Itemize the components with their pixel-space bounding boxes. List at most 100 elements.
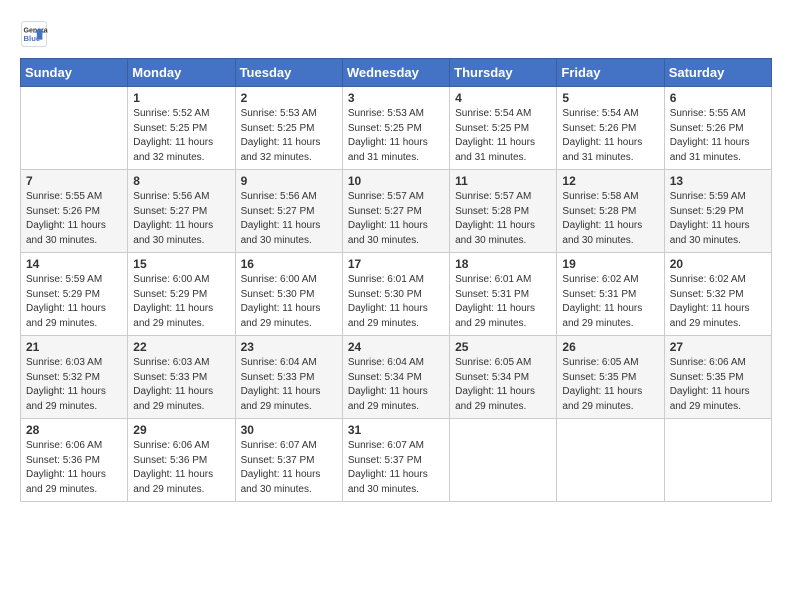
weekday-header-monday: Monday [128,59,235,87]
day-number: 22 [133,340,229,354]
day-number: 12 [562,174,658,188]
day-number: 15 [133,257,229,271]
day-number: 8 [133,174,229,188]
day-number: 13 [670,174,766,188]
calendar-cell: 22 Sunrise: 6:03 AM Sunset: 5:33 PM Dayli… [128,336,235,419]
calendar-cell: 3 Sunrise: 5:53 AM Sunset: 5:25 PM Daylig… [342,87,449,170]
day-number: 31 [348,423,444,437]
day-info: Sunrise: 5:52 AM Sunset: 5:25 PM Dayligh… [133,107,229,165]
day-number: 29 [133,423,229,437]
weekday-header-wednesday: Wednesday [342,59,449,87]
day-info: Sunrise: 5:53 AM Sunset: 5:25 PM Dayligh… [241,107,337,165]
weekday-header-row: SundayMondayTuesdayWednesdayThursdayFrid… [21,59,772,87]
calendar-cell: 16 Sunrise: 6:00 AM Sunset: 5:30 PM Dayli… [235,253,342,336]
logo: General Blue [20,20,48,48]
day-info: Sunrise: 5:53 AM Sunset: 5:25 PM Dayligh… [348,107,444,165]
weekday-header-saturday: Saturday [664,59,771,87]
calendar-cell: 5Sunrise: 5:54 AM Sunset: 5:26 PM Daylig… [557,87,664,170]
day-info: Sunrise: 6:07 AM Sunset: 5:37 PM Dayligh… [241,439,337,497]
weekday-header-thursday: Thursday [450,59,557,87]
calendar-cell: 1 Sunrise: 5:52 AM Sunset: 5:25 PM Daylig… [128,87,235,170]
day-number: 14 [26,257,122,271]
calendar-cell: 13 Sunrise: 5:59 AM Sunset: 5:29 PM Dayli… [664,170,771,253]
day-number: 4 [455,91,551,105]
day-number: 19 [562,257,658,271]
day-number: 1 [133,91,229,105]
calendar-cell [664,419,771,502]
day-info: Sunrise: 5:56 AM Sunset: 5:27 PM Dayligh… [133,190,229,248]
day-info: Sunrise: 6:05 AM Sunset: 5:35 PM Dayligh… [562,356,658,414]
calendar-cell: 21 Sunrise: 6:03 AM Sunset: 5:32 PM Dayli… [21,336,128,419]
calendar-cell: 20 Sunrise: 6:02 AM Sunset: 5:32 PM Dayli… [664,253,771,336]
calendar-cell: 15 Sunrise: 6:00 AM Sunset: 5:29 PM Dayli… [128,253,235,336]
calendar-cell: 11Sunrise: 5:57 AM Sunset: 5:28 PM Dayli… [450,170,557,253]
calendar-cell: 26 Sunrise: 6:05 AM Sunset: 5:35 PM Dayli… [557,336,664,419]
day-number: 17 [348,257,444,271]
day-info: Sunrise: 6:02 AM Sunset: 5:31 PM Dayligh… [562,273,658,331]
day-info: Sunrise: 6:01 AM Sunset: 5:31 PM Dayligh… [455,273,551,331]
day-number: 30 [241,423,337,437]
day-number: 7 [26,174,122,188]
day-number: 2 [241,91,337,105]
weekday-header-tuesday: Tuesday [235,59,342,87]
calendar-cell: 17 Sunrise: 6:01 AM Sunset: 5:30 PM Dayli… [342,253,449,336]
calendar-cell: 10 Sunrise: 5:57 AM Sunset: 5:27 PM Dayli… [342,170,449,253]
calendar-cell: 28 Sunrise: 6:06 AM Sunset: 5:36 PM Dayli… [21,419,128,502]
calendar-cell: 30 Sunrise: 6:07 AM Sunset: 5:37 PM Dayli… [235,419,342,502]
day-info: Sunrise: 6:03 AM Sunset: 5:33 PM Dayligh… [133,356,229,414]
day-info: Sunrise: 5:55 AM Sunset: 5:26 PM Dayligh… [670,107,766,165]
calendar-week-row: 1 Sunrise: 5:52 AM Sunset: 5:25 PM Daylig… [21,87,772,170]
day-info: Sunrise: 6:04 AM Sunset: 5:33 PM Dayligh… [241,356,337,414]
day-info: Sunrise: 5:59 AM Sunset: 5:29 PM Dayligh… [26,273,122,331]
day-number: 27 [670,340,766,354]
weekday-header-sunday: Sunday [21,59,128,87]
day-info: Sunrise: 6:00 AM Sunset: 5:30 PM Dayligh… [241,273,337,331]
day-info: Sunrise: 6:06 AM Sunset: 5:36 PM Dayligh… [26,439,122,497]
day-info: Sunrise: 6:05 AM Sunset: 5:34 PM Dayligh… [455,356,551,414]
day-info: Sunrise: 6:00 AM Sunset: 5:29 PM Dayligh… [133,273,229,331]
weekday-header-friday: Friday [557,59,664,87]
day-number: 24 [348,340,444,354]
day-number: 21 [26,340,122,354]
day-info: Sunrise: 6:06 AM Sunset: 5:35 PM Dayligh… [670,356,766,414]
day-info: Sunrise: 5:57 AM Sunset: 5:27 PM Dayligh… [348,190,444,248]
day-number: 28 [26,423,122,437]
calendar-cell: 12 Sunrise: 5:58 AM Sunset: 5:28 PM Dayli… [557,170,664,253]
calendar-cell: 29 Sunrise: 6:06 AM Sunset: 5:36 PM Dayli… [128,419,235,502]
logo-icon: General Blue [20,20,48,48]
calendar-cell: 19 Sunrise: 6:02 AM Sunset: 5:31 PM Dayli… [557,253,664,336]
day-number: 23 [241,340,337,354]
calendar-cell: 31Sunrise: 6:07 AM Sunset: 5:37 PM Dayli… [342,419,449,502]
calendar-week-row: 21 Sunrise: 6:03 AM Sunset: 5:32 PM Dayli… [21,336,772,419]
calendar-cell: 6 Sunrise: 5:55 AM Sunset: 5:26 PM Daylig… [664,87,771,170]
day-info: Sunrise: 6:01 AM Sunset: 5:30 PM Dayligh… [348,273,444,331]
day-number: 16 [241,257,337,271]
day-info: Sunrise: 5:54 AM Sunset: 5:26 PM Dayligh… [562,107,658,165]
page-header: General Blue [20,20,772,48]
day-number: 10 [348,174,444,188]
day-info: Sunrise: 6:02 AM Sunset: 5:32 PM Dayligh… [670,273,766,331]
calendar-week-row: 14 Sunrise: 5:59 AM Sunset: 5:29 PM Dayli… [21,253,772,336]
calendar-cell [21,87,128,170]
day-number: 6 [670,91,766,105]
calendar-cell: 14 Sunrise: 5:59 AM Sunset: 5:29 PM Dayli… [21,253,128,336]
day-info: Sunrise: 6:03 AM Sunset: 5:32 PM Dayligh… [26,356,122,414]
calendar-cell: 25Sunrise: 6:05 AM Sunset: 5:34 PM Dayli… [450,336,557,419]
calendar-cell [450,419,557,502]
day-info: Sunrise: 5:57 AM Sunset: 5:28 PM Dayligh… [455,190,551,248]
day-number: 26 [562,340,658,354]
calendar-cell: 23 Sunrise: 6:04 AM Sunset: 5:33 PM Dayli… [235,336,342,419]
day-info: Sunrise: 5:59 AM Sunset: 5:29 PM Dayligh… [670,190,766,248]
calendar-week-row: 7 Sunrise: 5:55 AM Sunset: 5:26 PM Daylig… [21,170,772,253]
day-info: Sunrise: 6:06 AM Sunset: 5:36 PM Dayligh… [133,439,229,497]
calendar-cell: 24Sunrise: 6:04 AM Sunset: 5:34 PM Dayli… [342,336,449,419]
day-number: 3 [348,91,444,105]
calendar-table: SundayMondayTuesdayWednesdayThursdayFrid… [20,58,772,502]
day-number: 20 [670,257,766,271]
calendar-cell: 9Sunrise: 5:56 AM Sunset: 5:27 PM Daylig… [235,170,342,253]
calendar-cell: 4 Sunrise: 5:54 AM Sunset: 5:25 PM Daylig… [450,87,557,170]
day-info: Sunrise: 5:55 AM Sunset: 5:26 PM Dayligh… [26,190,122,248]
day-info: Sunrise: 5:58 AM Sunset: 5:28 PM Dayligh… [562,190,658,248]
day-info: Sunrise: 5:54 AM Sunset: 5:25 PM Dayligh… [455,107,551,165]
calendar-cell: 18Sunrise: 6:01 AM Sunset: 5:31 PM Dayli… [450,253,557,336]
